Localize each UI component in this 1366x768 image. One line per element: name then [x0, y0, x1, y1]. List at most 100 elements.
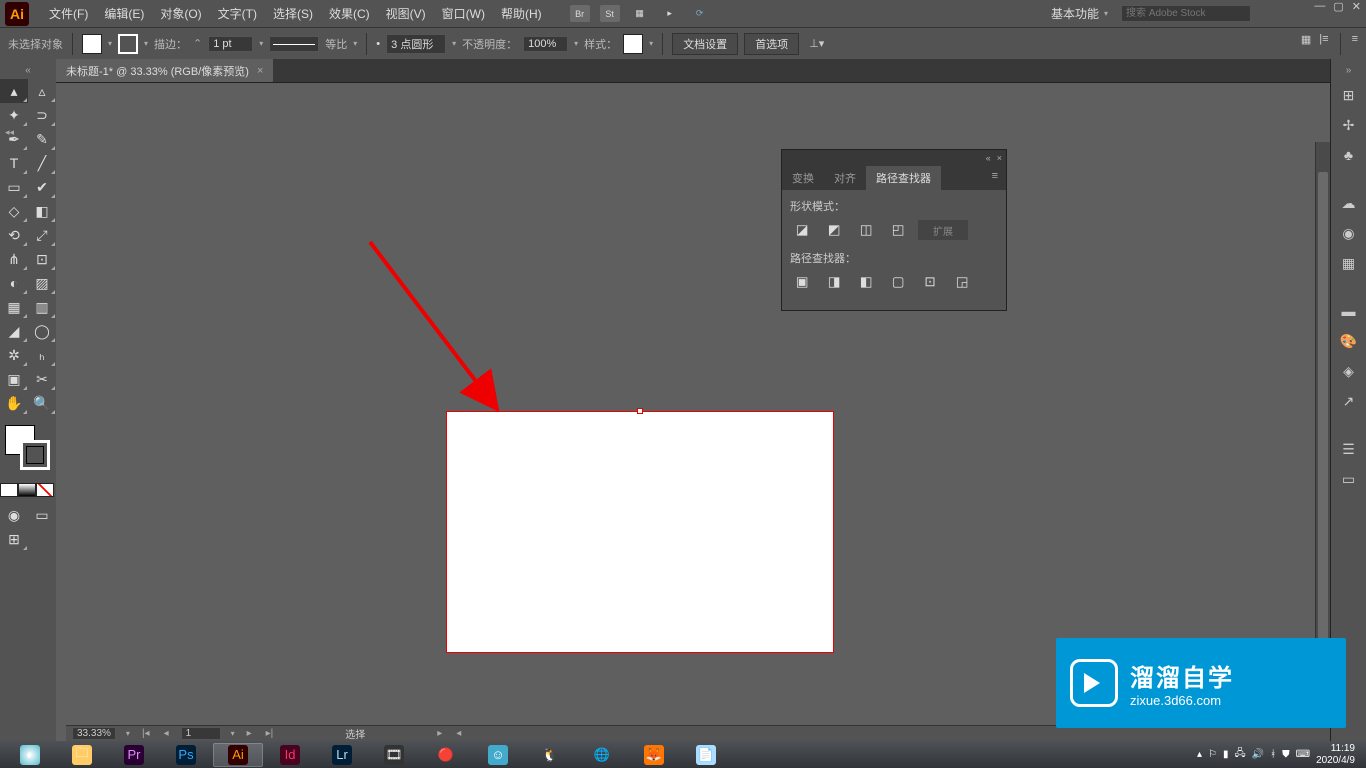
stroke-swatch[interactable] — [118, 34, 138, 54]
menu-edit[interactable]: 编辑(E) — [96, 5, 152, 22]
align-to-icon[interactable]: ⊥▾ — [809, 37, 824, 50]
width-tool[interactable]: ⋔ — [0, 247, 28, 271]
swatches-panel-icon[interactable]: ▦ — [1338, 252, 1360, 274]
symbols-panel-icon[interactable]: ♣ — [1338, 144, 1360, 166]
zoom-field[interactable]: 33.33% — [72, 727, 116, 740]
tray-volume-icon[interactable]: 🔊 — [1252, 749, 1264, 760]
slice-tool[interactable]: ✂ — [28, 367, 56, 391]
outline-button[interactable]: ⊡ — [918, 272, 942, 292]
panel-menu-icon[interactable]: ≡ — [984, 166, 1006, 190]
panel-collapse-icon[interactable]: « — [986, 153, 991, 163]
menu-window[interactable]: 窗口(W) — [434, 5, 493, 22]
tray-battery-icon[interactable]: ▮ — [1223, 749, 1229, 760]
exclude-button[interactable]: ◰ — [886, 220, 910, 240]
taskbar-app-illustrator[interactable]: Ai — [213, 743, 263, 767]
menu-effect[interactable]: 效果(C) — [321, 5, 378, 22]
chevron-down-icon[interactable]: ▾ — [1104, 9, 1108, 18]
gradient-panel-icon[interactable]: 🎨 — [1338, 330, 1360, 352]
tray-up-icon[interactable]: ▴ — [1197, 749, 1202, 760]
taskbar-app-chat[interactable]: ☺ — [473, 743, 523, 767]
crop-button[interactable]: ▢ — [886, 272, 910, 292]
stroke-weight-field[interactable]: 1 pt — [208, 36, 253, 52]
color-mode-icon[interactable] — [0, 483, 18, 497]
opacity-field[interactable]: 100% — [523, 36, 568, 52]
fill-swatch[interactable] — [82, 34, 102, 54]
gradient-mode-icon[interactable] — [18, 483, 36, 497]
stroke-link-icon[interactable]: ⌃ — [193, 37, 202, 50]
gpu-icon[interactable]: ▸ — [660, 5, 680, 22]
minus-back-button[interactable]: ◲ — [950, 272, 974, 292]
taskbar-app-browser[interactable]: ◐ — [5, 743, 55, 767]
pen-tool[interactable]: ✒ — [0, 127, 28, 151]
prefs-button[interactable]: 首选项 — [744, 33, 799, 55]
taskbar-app-firefox[interactable]: 🦊 — [629, 743, 679, 767]
blend-tool[interactable]: ◯ — [28, 319, 56, 343]
cc-libraries-icon[interactable]: ☁ — [1338, 192, 1360, 214]
symbol-sprayer-tool[interactable]: ✲ — [0, 343, 28, 367]
arrange-docs-icon[interactable]: ▦ — [630, 5, 650, 22]
menu-type[interactable]: 文字(T) — [210, 5, 265, 22]
magic-wand-tool[interactable]: ✦ — [0, 103, 28, 127]
rotate-tool[interactable]: ⟲ — [0, 223, 28, 247]
screen-switcher-icon[interactable]: ⊞ — [0, 527, 28, 551]
menu-object[interactable]: 对象(O) — [152, 5, 209, 22]
menu-help[interactable]: 帮助(H) — [493, 5, 550, 22]
transform-panel-icon[interactable]: ▦ — [1301, 33, 1311, 55]
stroke-panel-icon[interactable]: ▬ — [1338, 300, 1360, 322]
taskbar-app-chrome[interactable]: 🌐 — [577, 743, 627, 767]
artboard[interactable] — [446, 411, 834, 653]
taskbar-app-video[interactable]: 🎞 — [369, 743, 419, 767]
taskbar-app-indesign[interactable]: Id — [265, 743, 315, 767]
taskbar-app-notes[interactable]: 📄 — [681, 743, 731, 767]
panel-menu-icon[interactable]: ≡ — [1352, 33, 1358, 55]
color-panel-icon[interactable]: ◉ — [1338, 222, 1360, 244]
tray-bluetooth-icon[interactable]: ᚼ — [1270, 749, 1276, 760]
first-artboard-icon[interactable]: |◂ — [140, 728, 152, 739]
direct-selection-tool[interactable]: ▵ — [28, 79, 56, 103]
sync-icon[interactable]: ⟳ — [690, 5, 710, 22]
maximize-icon[interactable]: ▢ — [1333, 0, 1343, 13]
taskbar-app-photoshop[interactable]: Ps — [161, 743, 211, 767]
intersect-button[interactable]: ◫ — [854, 220, 878, 240]
scale-tool[interactable]: ⤢ — [28, 223, 56, 247]
rectangle-tool[interactable]: ▭ — [0, 175, 28, 199]
export-panel-icon[interactable]: ↗ — [1338, 390, 1360, 412]
artboard-nav-field[interactable]: 1 — [181, 727, 221, 740]
document-tab[interactable]: 未标题-1* @ 33.33% (RGB/像素预览) × — [56, 59, 273, 82]
paintbrush-tool[interactable]: ✔ — [28, 175, 56, 199]
free-transform-tool[interactable]: ⊡ — [28, 247, 56, 271]
last-artboard-icon[interactable]: ▸| — [264, 728, 276, 739]
screen-mode-icon[interactable]: ▭ — [28, 503, 56, 527]
tray-shield-icon[interactable]: ⛊ — [1282, 749, 1290, 760]
tab-align[interactable]: 对齐 — [824, 166, 866, 190]
expand-button[interactable]: 扩展 — [918, 220, 968, 240]
menu-file[interactable]: 文件(F) — [41, 5, 96, 22]
graph-tool[interactable]: ₕ — [28, 343, 56, 367]
next-artboard-icon[interactable]: ▸ — [245, 728, 254, 739]
tray-flag-icon[interactable]: ⚐ — [1208, 749, 1217, 760]
tab-close-icon[interactable]: × — [257, 65, 263, 77]
transparency-panel-icon[interactable]: ◈ — [1338, 360, 1360, 382]
taskbar-app-qq[interactable]: 🐧 — [525, 743, 575, 767]
eraser-tool[interactable]: ◧ — [28, 199, 56, 223]
shape-builder-tool[interactable]: ◐ — [0, 271, 28, 295]
tray-input-icon[interactable]: ⌨ — [1296, 749, 1310, 760]
minimize-icon[interactable]: — — [1314, 0, 1325, 13]
none-mode-icon[interactable] — [36, 483, 54, 497]
tray-network-icon[interactable]: 🖧 — [1235, 746, 1246, 763]
merge-button[interactable]: ◧ — [854, 272, 878, 292]
zoom-tool[interactable]: 🔍 — [28, 391, 56, 415]
shaper-tool[interactable]: ◇ — [0, 199, 28, 223]
workspace-label[interactable]: 基本功能 — [1051, 5, 1099, 22]
unite-button[interactable]: ◪ — [790, 220, 814, 240]
lasso-tool[interactable]: ⊃ — [28, 103, 56, 127]
prev-artboard-icon[interactable]: ◂ — [162, 728, 171, 739]
minus-front-button[interactable]: ◩ — [822, 220, 846, 240]
close-icon[interactable]: ✕ — [1352, 0, 1361, 13]
search-stock-input[interactable] — [1121, 5, 1251, 22]
properties-panel-icon[interactable]: ⊞ — [1338, 84, 1360, 106]
curvature-tool[interactable]: ✎ — [28, 127, 56, 151]
artboards-panel-icon[interactable]: ▭ — [1338, 468, 1360, 490]
doc-setup-button[interactable]: 文档设置 — [672, 33, 738, 55]
align-panel-icon[interactable]: |≡ — [1319, 33, 1328, 55]
